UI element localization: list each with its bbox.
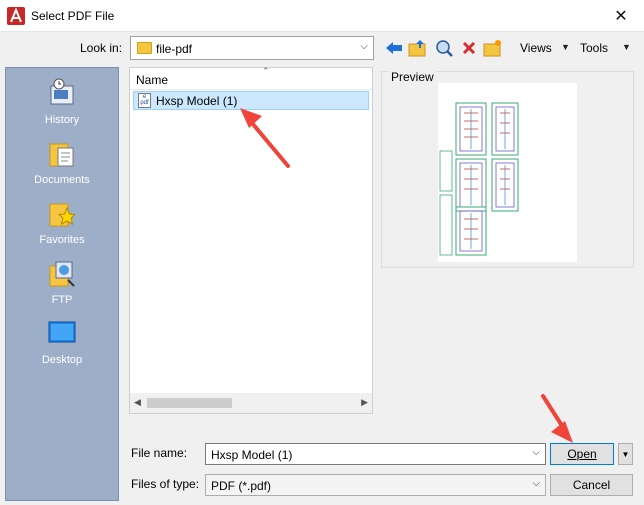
place-favorites[interactable]: Favorites bbox=[6, 198, 118, 246]
cancel-button[interactable]: Cancel bbox=[550, 474, 633, 496]
file-name-combobox[interactable]: Hxsp Model (1) ⌵ bbox=[205, 443, 546, 465]
place-label: Documents bbox=[34, 174, 90, 186]
scrollbar-thumb[interactable] bbox=[147, 398, 232, 408]
scroll-left-icon[interactable]: ◀ bbox=[134, 397, 141, 408]
lookin-dropdown[interactable]: file-pdf ⌵ bbox=[130, 36, 374, 60]
preview-label: Preview bbox=[389, 70, 436, 84]
scroll-right-icon[interactable]: ▶ bbox=[361, 397, 368, 408]
window-title: Select PDF File bbox=[31, 9, 115, 23]
files-of-type-value: PDF (*.pdf) bbox=[211, 479, 272, 493]
ftp-icon bbox=[48, 258, 76, 288]
place-history[interactable]: History bbox=[6, 78, 118, 126]
open-options-button[interactable]: ▼ bbox=[618, 443, 633, 465]
chevron-down-icon[interactable]: ⌵ bbox=[532, 447, 540, 458]
delete-x-icon bbox=[462, 41, 476, 55]
back-arrow-icon bbox=[386, 42, 402, 54]
file-name-value: Hxsp Model (1) bbox=[211, 448, 293, 462]
name-column-label: Name bbox=[136, 73, 169, 87]
create-folder-button[interactable] bbox=[483, 38, 503, 58]
file-name: Hxsp Model (1) bbox=[156, 94, 238, 108]
views-menu[interactable]: Views bbox=[520, 41, 552, 55]
sort-ascending-icon: ⌃ bbox=[262, 66, 270, 76]
place-label: Desktop bbox=[41, 354, 83, 366]
title-bar: Select PDF File ✕ bbox=[0, 0, 644, 32]
name-column-header[interactable]: ⌃ Name bbox=[130, 66, 372, 90]
views-label: Views bbox=[520, 41, 552, 55]
file-list[interactable]: ⌃ Name e pdf Hxsp Model (1) ◀ ▶ bbox=[129, 66, 373, 414]
pdf-file-icon: e pdf bbox=[138, 93, 151, 108]
views-dropdown-icon[interactable]: ▼ bbox=[561, 42, 570, 52]
search-web-button[interactable] bbox=[434, 38, 454, 58]
new-folder-icon bbox=[483, 40, 501, 57]
up-one-level-button[interactable] bbox=[408, 38, 428, 58]
file-name-label: File name: bbox=[131, 446, 188, 460]
folder-icon bbox=[137, 42, 152, 54]
chevron-down-icon: ⌵ bbox=[360, 41, 368, 52]
tools-dropdown-icon[interactable]: ▼ bbox=[622, 42, 631, 52]
place-desktop[interactable]: Desktop bbox=[6, 318, 118, 366]
places-sidebar: History Documents Favorites FTP Desktop bbox=[5, 67, 119, 501]
lookin-value: file-pdf bbox=[156, 42, 193, 56]
history-icon bbox=[48, 78, 76, 108]
back-button[interactable] bbox=[384, 38, 404, 58]
documents-icon bbox=[48, 138, 76, 168]
place-documents[interactable]: Documents bbox=[6, 138, 118, 186]
chevron-down-icon: ⌵ bbox=[532, 478, 540, 489]
up-folder-icon bbox=[408, 40, 426, 57]
search-globe-icon bbox=[436, 40, 453, 57]
desktop-icon bbox=[48, 318, 76, 348]
place-label: Favorites bbox=[39, 234, 85, 246]
delete-button[interactable] bbox=[459, 38, 479, 58]
close-button[interactable]: ✕ bbox=[598, 0, 644, 32]
tools-label: Tools bbox=[580, 41, 609, 55]
open-button-label: Open bbox=[567, 447, 597, 461]
preview-thumbnail bbox=[438, 83, 577, 262]
horizontal-scrollbar[interactable]: ◀ ▶ bbox=[130, 393, 372, 413]
place-label: History bbox=[44, 114, 80, 126]
file-item[interactable]: e pdf Hxsp Model (1) bbox=[133, 91, 369, 110]
autocad-app-icon bbox=[7, 7, 25, 25]
triangle-down-icon: ▼ bbox=[621, 449, 630, 459]
place-ftp[interactable]: FTP bbox=[6, 258, 118, 306]
lookin-label: Look in: bbox=[80, 41, 123, 55]
files-of-type-label: Files of type: bbox=[131, 477, 200, 491]
favorites-icon bbox=[48, 198, 77, 228]
files-of-type-dropdown[interactable]: PDF (*.pdf) ⌵ bbox=[205, 474, 546, 496]
tools-menu[interactable]: Tools bbox=[580, 41, 608, 55]
annotation-arrow-open bbox=[541, 394, 573, 443]
open-button[interactable]: Open bbox=[550, 443, 614, 465]
place-label: FTP bbox=[51, 294, 73, 306]
cancel-button-label: Cancel bbox=[572, 478, 611, 492]
